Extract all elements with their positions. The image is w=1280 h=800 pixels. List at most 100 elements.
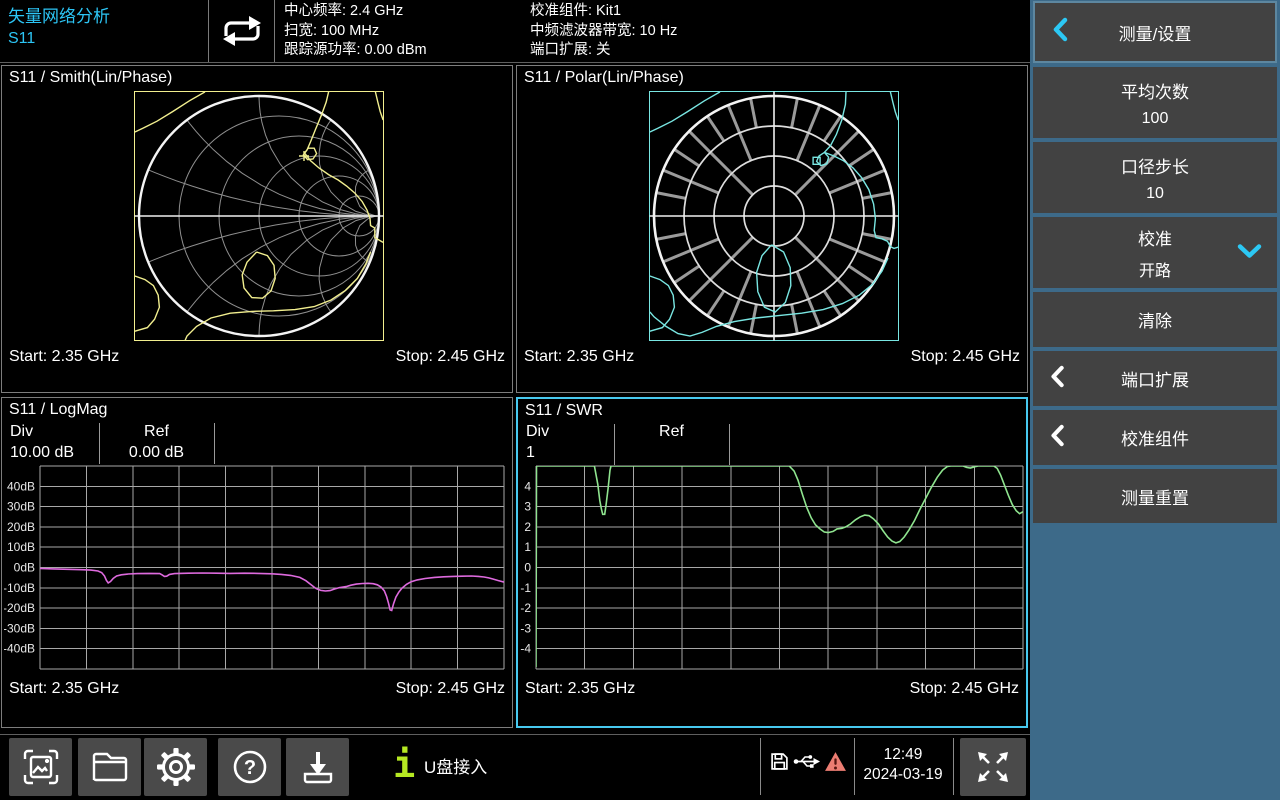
help-button[interactable]: ?: [218, 738, 281, 796]
svg-text:-2: -2: [520, 601, 531, 615]
div-value: 10.00 dB: [10, 444, 74, 462]
menu-measure-reset[interactable]: 测量重置: [1033, 469, 1277, 523]
svg-text:20dB: 20dB: [7, 520, 35, 534]
svg-text:1: 1: [524, 540, 531, 554]
help-icon: ?: [228, 745, 272, 789]
freq-range-labels: Start: 2.35 GHz Stop: 2.45 GHz: [9, 680, 505, 698]
status-message: U盘接入: [424, 753, 487, 778]
header-bar: 矢量网络分析 S11 中心频率: 2.4 GHz 扫宽: 100 MHz 跟踪源…: [0, 0, 1030, 63]
soft-menu-sidebar: 测量/设置 平均次数 100 口径步长 10 校准 开路 清除 端口扩展: [1030, 0, 1280, 800]
ref-label: Ref: [614, 423, 729, 441]
div-label: Div: [10, 423, 33, 441]
settings-button[interactable]: [144, 738, 207, 796]
menu-item-value: 10: [1146, 185, 1164, 203]
statusbar-separator: [854, 738, 855, 795]
fullscreen-button[interactable]: [960, 738, 1026, 796]
swr-chart-panel-active[interactable]: S11 / SWR Div 1 Ref 43210-1-2-3-4 Start:…: [516, 397, 1028, 728]
chevron-left-icon: [1048, 364, 1068, 394]
menu-item-label: 清除: [1138, 307, 1172, 332]
divref-separator: [729, 424, 730, 465]
usb-icon: [793, 752, 820, 771]
vna-screen: 矢量网络分析 S11 中心频率: 2.4 GHz 扫宽: 100 MHz 跟踪源…: [0, 0, 1280, 800]
save-icon: [296, 745, 340, 789]
statusbar-separator: [953, 738, 954, 795]
screenshot-icon: [19, 745, 63, 789]
svg-text:2: 2: [524, 520, 531, 534]
freq-range-labels: Start: 2.35 GHz Stop: 2.45 GHz: [524, 348, 1020, 366]
cal-kit: 校准组件: Kit1: [530, 2, 677, 22]
chart-grid: S11 / Smith(Lin/Phase) Start: 2.35 GHz S…: [0, 63, 1030, 734]
menu-port-extension[interactable]: 端口扩展: [1033, 351, 1277, 406]
svg-text:30dB: 30dB: [7, 500, 35, 514]
svg-text:-4: -4: [520, 642, 531, 656]
chevron-down-icon: [1236, 239, 1263, 266]
smith-chart-panel[interactable]: S11 / Smith(Lin/Phase) Start: 2.35 GHz S…: [1, 65, 513, 393]
source-power: 跟踪源功率: 0.00 dBm: [284, 41, 427, 61]
time-value: 12:49: [856, 745, 950, 765]
svg-text:10dB: 10dB: [7, 540, 35, 554]
divref-separator: [214, 423, 215, 464]
date-value: 2024-03-19: [856, 765, 950, 785]
statusbar-separator: [760, 738, 761, 795]
start-freq-label: Start: 2.35 GHz: [9, 680, 119, 698]
divref-separator: [614, 424, 615, 465]
save-button[interactable]: [286, 738, 349, 796]
menu-item-label: 平均次数: [1121, 78, 1189, 103]
sweep-repeat-icon[interactable]: [216, 11, 268, 51]
menu-average-count[interactable]: 平均次数 100: [1033, 67, 1277, 138]
status-bar: ? i U盘接入: [0, 734, 1030, 800]
polar-chart-panel[interactable]: S11 / Polar(Lin/Phase) Start: 2.35 GHz S…: [516, 65, 1028, 393]
svg-text:0dB: 0dB: [14, 561, 35, 575]
stop-freq-label: Stop: 2.45 GHz: [910, 680, 1019, 698]
ref-value: 0.00 dB: [99, 444, 214, 462]
file-manager-button[interactable]: [78, 738, 141, 796]
cal-info-block: 校准组件: Kit1 中频滤波器带宽: 10 Hz 端口扩展: 关: [530, 2, 677, 61]
div-label: Div: [526, 423, 549, 441]
menu-item-label: 端口扩展: [1121, 366, 1189, 391]
menu-item-label: 校准: [1138, 225, 1172, 250]
svg-text:?: ?: [243, 757, 255, 779]
header-separator: [208, 0, 209, 62]
menu-item-label: 口径步长: [1121, 153, 1189, 178]
menu-calibration-dropdown[interactable]: 校准 开路: [1033, 217, 1277, 288]
panel-title: S11 / Smith(Lin/Phase): [9, 69, 172, 87]
menu-item-label: 校准组件: [1121, 425, 1189, 450]
svg-text:-3: -3: [520, 621, 531, 635]
menu-aperture-step[interactable]: 口径步长 10: [1033, 142, 1277, 213]
svg-text:40dB: 40dB: [7, 479, 35, 493]
div-value: 1: [526, 444, 535, 462]
menu-back-measure-setup[interactable]: 测量/设置: [1033, 1, 1277, 63]
start-freq-label: Start: 2.35 GHz: [9, 348, 119, 366]
chevron-left-icon: [1048, 423, 1068, 453]
panel-title: S11 / Polar(Lin/Phase): [524, 69, 684, 87]
screenshot-button[interactable]: [9, 738, 72, 796]
freq-range-labels: Start: 2.35 GHz Stop: 2.45 GHz: [9, 348, 505, 366]
logmag-chart-panel[interactable]: S11 / LogMag Div 10.00 dB Ref 0.00 dB 40…: [1, 397, 513, 728]
gear-icon: [154, 745, 198, 789]
svg-text:-1: -1: [520, 581, 531, 595]
svg-text:0: 0: [524, 561, 531, 575]
center-frequency: 中心频率: 2.4 GHz: [284, 2, 427, 22]
app-title: 矢量网络分析: [8, 6, 110, 28]
svg-text:-10dB: -10dB: [4, 581, 35, 595]
disk-icon: [770, 752, 789, 771]
panel-title: S11 / SWR: [525, 402, 603, 420]
swr-chart: 4 3 2 1 0 -1 -2 -3 -4: [520, 462, 1026, 674]
menu-clear[interactable]: 清除: [1033, 292, 1277, 347]
svg-text:4: 4: [524, 479, 531, 493]
if-bandwidth: 中频滤波器带宽: 10 Hz: [530, 22, 677, 42]
start-freq-label: Start: 2.35 GHz: [524, 348, 634, 366]
stop-freq-label: Stop: 2.45 GHz: [396, 680, 505, 698]
ref-label: Ref: [99, 423, 214, 441]
menu-cal-kit[interactable]: 校准组件: [1033, 410, 1277, 465]
header-separator: [274, 0, 275, 62]
svg-text:3: 3: [524, 500, 531, 514]
info-icon: i: [393, 743, 415, 787]
menu-item-value: 100: [1142, 110, 1169, 128]
logmag-chart: 40dB30dB20dB10dB0dB-10dB-20dB-30dB-40dB: [4, 462, 510, 674]
menu-item-label: 测量/设置: [1119, 20, 1192, 45]
port-extension-state: 端口扩展: 关: [530, 41, 677, 61]
svg-text:-40dB: -40dB: [4, 642, 35, 656]
polar-chart: [648, 90, 900, 342]
sweep-info-block: 中心频率: 2.4 GHz 扫宽: 100 MHz 跟踪源功率: 0.00 dB…: [284, 2, 427, 61]
